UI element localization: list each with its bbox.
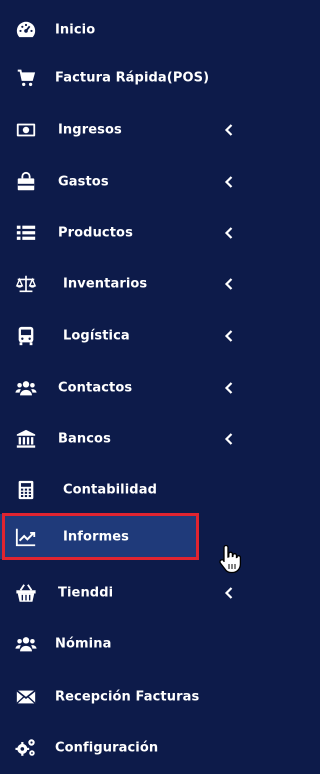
menu-item-bancos[interactable]: Bancos: [0, 413, 257, 465]
menu-item-logistica[interactable]: Logística: [0, 310, 257, 362]
chevron-left-icon: [223, 175, 235, 189]
menu-item-label: Logística: [63, 328, 130, 344]
menu-item-contabilidad[interactable]: Contabilidad: [0, 464, 257, 516]
sidebar-menu: Inicio Factura Rápida(POS) Ingresos Gast…: [0, 0, 257, 772]
menu-item-label: Contactos: [58, 380, 133, 396]
chevron-left-icon: [223, 586, 235, 600]
menu-item-gastos[interactable]: Gastos: [0, 156, 257, 208]
menu-item-recepcion-facturas[interactable]: Recepción Facturas: [0, 671, 257, 723]
envelope-icon: [14, 685, 38, 709]
dashboard-icon: [14, 18, 38, 42]
chevron-left-icon: [223, 123, 235, 137]
shopping-bag-icon: [14, 170, 38, 194]
menu-item-label: Ingresos: [58, 122, 122, 138]
hand-cursor-icon: [218, 543, 242, 575]
menu-item-informes[interactable]: Informes: [0, 514, 197, 559]
menu-item-nomina[interactable]: Nómina: [0, 618, 257, 670]
menu-item-inicio[interactable]: Inicio: [0, 4, 257, 56]
menu-item-label: Gastos: [58, 174, 109, 190]
menu-item-inventarios[interactable]: Inventarios: [0, 258, 257, 310]
menu-item-label: Recepción Facturas: [55, 689, 200, 705]
calculator-icon: [14, 478, 38, 502]
menu-item-label: Inicio: [55, 22, 96, 38]
line-chart-icon: [14, 525, 38, 549]
chevron-left-icon: [223, 226, 235, 240]
menu-item-label: Inventarios: [63, 276, 148, 292]
chevron-left-icon: [223, 277, 235, 291]
menu-item-label: Contabilidad: [63, 482, 157, 498]
cart-icon: [14, 66, 38, 90]
menu-item-label: Nómina: [55, 636, 112, 652]
menu-item-factura-rapida[interactable]: Factura Rápida(POS): [0, 52, 257, 104]
users-icon: [14, 376, 38, 400]
bus-icon: [14, 324, 38, 348]
menu-item-label: Factura Rápida(POS): [55, 70, 210, 86]
menu-item-label: Bancos: [58, 431, 111, 447]
balance-scale-icon: [14, 272, 38, 296]
list-icon: [14, 221, 38, 245]
chevron-left-icon: [223, 381, 235, 395]
gears-icon: [14, 736, 38, 760]
bank-icon: [14, 427, 38, 451]
menu-item-productos[interactable]: Productos: [0, 207, 257, 259]
menu-item-contactos[interactable]: Contactos: [0, 362, 257, 414]
menu-item-label: Productos: [58, 225, 133, 241]
menu-item-configuracion[interactable]: Configuración: [0, 722, 257, 774]
chevron-left-icon: [223, 432, 235, 446]
users-icon: [14, 632, 38, 656]
money-icon: [14, 118, 38, 142]
menu-item-label: Informes: [63, 529, 129, 544]
chevron-left-icon: [223, 329, 235, 343]
menu-item-label: Tienddi: [58, 585, 114, 601]
basket-icon: [14, 581, 38, 605]
menu-item-label: Configuración: [55, 740, 159, 756]
menu-item-ingresos[interactable]: Ingresos: [0, 104, 257, 156]
